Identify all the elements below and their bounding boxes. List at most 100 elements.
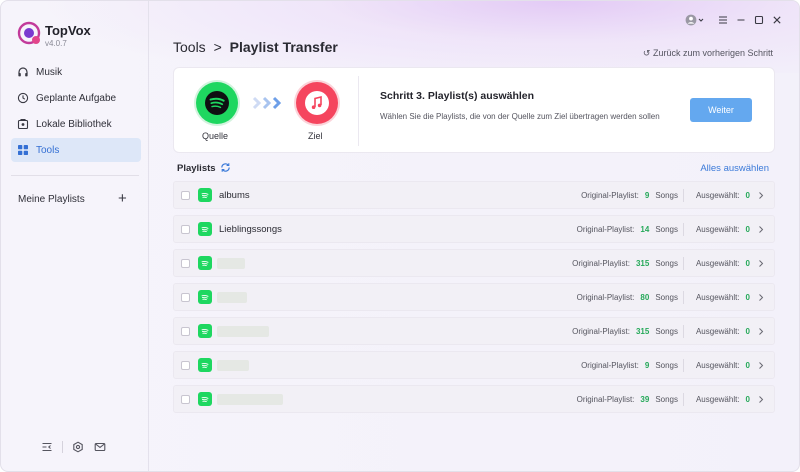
chevron-right-icon[interactable] xyxy=(758,361,764,370)
playlist-row[interactable]: Original-Playlist: 80 Songs Ausgewählt: 0 xyxy=(173,283,775,311)
blurred-playlist-name xyxy=(217,292,247,303)
close-icon[interactable] xyxy=(771,14,783,26)
grid-icon xyxy=(17,144,29,156)
playlist-name: Lieblingssongs xyxy=(219,224,282,235)
selected-count: Ausgewählt: 0 xyxy=(695,361,750,370)
library-icon xyxy=(17,118,29,130)
playlists-header: Playlists xyxy=(177,163,216,174)
playlist-name: albums xyxy=(219,190,250,201)
sidebar-item-geplante-aufgabe[interactable]: Geplante Aufgabe xyxy=(11,86,141,110)
maximize-icon[interactable] xyxy=(753,14,765,26)
selected-count: Ausgewählt: 0 xyxy=(695,395,750,404)
blurred-playlist-name xyxy=(217,258,245,269)
row-divider xyxy=(683,291,684,304)
playlist-row[interactable]: Original-Playlist: 315 Songs Ausgewählt: 0 xyxy=(173,249,775,277)
original-count: Original-Playlist: 315 Songs xyxy=(572,327,678,336)
sidebar-divider xyxy=(11,175,139,176)
my-playlists-label: Meine Playlists xyxy=(18,194,85,205)
sidebar-footer xyxy=(41,441,106,453)
chevron-right-icon[interactable] xyxy=(758,293,764,302)
mail-icon[interactable] xyxy=(94,441,106,453)
chevron-right-icon[interactable] xyxy=(758,327,764,336)
breadcrumb-separator: > xyxy=(213,39,222,55)
app-version: v4.0.7 xyxy=(45,39,67,48)
playlist-row[interactable]: albums Original-Playlist: 9 Songs Ausgewäh… xyxy=(173,181,775,209)
blurred-playlist-name xyxy=(217,360,249,371)
sidebar-item-musik[interactable]: Musik xyxy=(11,60,141,84)
account-icon[interactable] xyxy=(685,14,705,26)
target-service[interactable] xyxy=(296,82,338,124)
transfer-card: Quelle Ziel Schritt 3. Playlist(s) auswä… xyxy=(173,67,775,153)
next-button[interactable]: Weiter xyxy=(690,98,752,122)
sidebar-item-label: Tools xyxy=(36,144,60,156)
selected-count: Ausgewählt: 0 xyxy=(695,191,750,200)
collapse-sidebar-icon[interactable] xyxy=(41,441,53,453)
spotify-icon xyxy=(198,256,212,270)
app-window: TopVox v4.0.7 Musik Geplante Aufgabe Lok… xyxy=(0,0,800,472)
select-all-link[interactable]: Alles auswählen xyxy=(700,163,769,174)
row-divider xyxy=(683,393,684,406)
refresh-icon[interactable] xyxy=(220,162,231,173)
window-controls xyxy=(685,14,789,26)
page-title: Tools > Playlist Transfer xyxy=(173,39,338,55)
blurred-playlist-name xyxy=(217,326,269,337)
sidebar: TopVox v4.0.7 Musik Geplante Aufgabe Lok… xyxy=(1,1,149,471)
row-divider xyxy=(683,325,684,338)
spotify-icon xyxy=(198,222,212,236)
sidebar-item-label: Geplante Aufgabe xyxy=(36,92,117,104)
selected-count: Ausgewählt: 0 xyxy=(695,293,750,302)
minimize-icon[interactable] xyxy=(735,14,747,26)
transfer-arrows-icon xyxy=(252,96,286,110)
app-name: TopVox xyxy=(45,23,91,38)
step-description: Wählen Sie die Playlists, die von der Qu… xyxy=(380,112,660,121)
original-count: Original-Playlist: 315 Songs xyxy=(572,259,678,268)
original-count: Original-Playlist: 9 Songs xyxy=(581,361,678,370)
row-checkbox[interactable] xyxy=(181,191,190,200)
spotify-icon xyxy=(205,91,229,115)
topvox-logo-icon xyxy=(17,21,41,45)
footer-divider xyxy=(62,441,63,453)
apple-music-icon xyxy=(305,91,329,115)
chevron-right-icon[interactable] xyxy=(758,191,764,200)
back-link[interactable]: ↺ Zurück zum vorherigen Schritt xyxy=(643,48,773,59)
spotify-icon xyxy=(198,358,212,372)
row-checkbox[interactable] xyxy=(181,395,190,404)
clock-icon xyxy=(17,92,29,104)
spotify-icon xyxy=(198,392,212,406)
settings-icon[interactable] xyxy=(72,441,84,453)
playlist-row[interactable]: Original-Playlist: 315 Songs Ausgewählt: 0 xyxy=(173,317,775,345)
playlist-row[interactable]: Lieblingssongs Original-Playlist: 14 Songs… xyxy=(173,215,775,243)
original-count: Original-Playlist: 39 Songs xyxy=(576,395,678,404)
row-checkbox[interactable] xyxy=(181,361,190,370)
row-divider xyxy=(683,223,684,236)
breadcrumb-current: Playlist Transfer xyxy=(229,39,338,55)
sidebar-item-lokale-bibliothek[interactable]: Lokale Bibliothek xyxy=(11,112,141,136)
row-checkbox[interactable] xyxy=(181,327,190,336)
add-playlist-button[interactable]: + xyxy=(118,191,127,206)
sidebar-item-label: Lokale Bibliothek xyxy=(36,118,112,130)
target-label: Ziel xyxy=(308,131,323,141)
sidebar-item-label: Musik xyxy=(36,66,63,78)
card-divider xyxy=(358,76,359,146)
headphones-icon xyxy=(17,66,29,78)
playlist-row[interactable]: Original-Playlist: 39 Songs Ausgewählt: 0 xyxy=(173,385,775,413)
chevron-right-icon[interactable] xyxy=(758,259,764,268)
blurred-playlist-name xyxy=(217,394,283,405)
row-checkbox[interactable] xyxy=(181,259,190,268)
spotify-icon xyxy=(198,290,212,304)
menu-icon[interactable] xyxy=(717,14,729,26)
spotify-icon xyxy=(198,188,212,202)
chevron-right-icon[interactable] xyxy=(758,395,764,404)
original-count: Original-Playlist: 14 Songs xyxy=(576,225,678,234)
playlist-row[interactable]: Original-Playlist: 9 Songs Ausgewählt: 0 xyxy=(173,351,775,379)
source-service[interactable] xyxy=(196,82,238,124)
row-checkbox[interactable] xyxy=(181,293,190,302)
step-title: Schritt 3. Playlist(s) auswählen xyxy=(380,90,535,102)
original-count: Original-Playlist: 80 Songs xyxy=(576,293,678,302)
selected-count: Ausgewählt: 0 xyxy=(695,225,750,234)
original-count: Original-Playlist: 9 Songs xyxy=(581,191,678,200)
chevron-right-icon[interactable] xyxy=(758,225,764,234)
row-checkbox[interactable] xyxy=(181,225,190,234)
breadcrumb-parent[interactable]: Tools xyxy=(173,39,206,55)
sidebar-item-tools[interactable]: Tools xyxy=(11,138,141,162)
